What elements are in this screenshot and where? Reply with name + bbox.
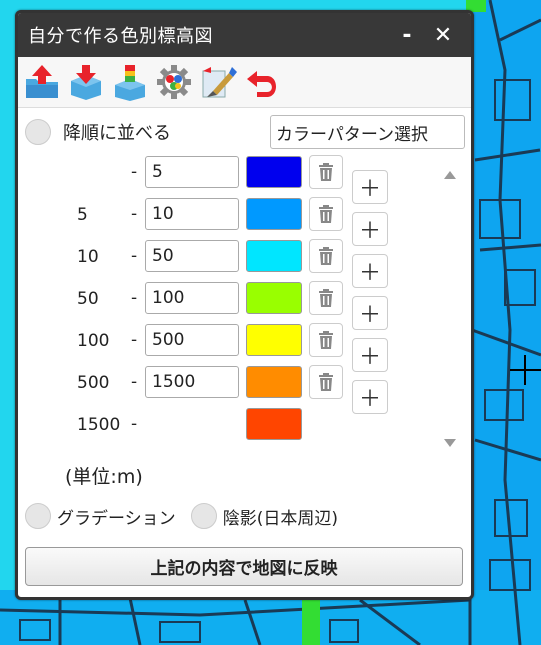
range-dash: - <box>131 288 138 308</box>
edit-style-button[interactable] <box>198 62 238 102</box>
range-dash: - <box>131 204 138 224</box>
dialog-titlebar[interactable]: 自分で作る色別標高図 - ✕ <box>18 13 471 57</box>
lower-bound-label: 100 <box>77 331 110 351</box>
delete-row-button[interactable] <box>309 155 343 189</box>
lower-bound-label: 10 <box>77 247 99 267</box>
unit-label: (単位:m) <box>65 466 143 488</box>
color-swatch[interactable] <box>246 282 302 314</box>
sort-row: 降順に並べる カラーパターン選択 <box>25 115 465 149</box>
color-swatch[interactable] <box>246 408 302 440</box>
lower-bound-label: 1500 <box>77 415 121 435</box>
range-dash: - <box>131 162 138 182</box>
settings-button[interactable] <box>154 62 194 102</box>
gradation-radio[interactable] <box>25 503 51 529</box>
layer-add-icon <box>115 65 145 101</box>
upper-bound-input[interactable] <box>145 198 239 230</box>
delete-row-button[interactable] <box>309 197 343 231</box>
undo-button[interactable] <box>242 62 282 102</box>
color-swatch[interactable] <box>246 366 302 398</box>
insert-row-button[interactable]: ＋ <box>352 254 388 288</box>
edit-brush-icon <box>202 67 237 98</box>
color-swatch[interactable] <box>246 240 302 272</box>
vertical-scrollbar[interactable] <box>440 165 460 455</box>
color-rows: - 5 - 10 - 50 - <box>18 155 428 446</box>
color-pattern-button[interactable]: カラーパターン選択 <box>270 115 465 149</box>
lower-bound-label: 5 <box>77 205 88 225</box>
elevation-color-dialog: 自分で作る色別標高図 - ✕ 降順に並べる カラーパターン選択 - 5 5 - … <box>15 10 474 600</box>
undo-icon <box>247 71 276 97</box>
shade-label: 陰影(日本周辺) <box>222 508 339 529</box>
delete-row-button[interactable] <box>309 239 343 273</box>
trash-icon <box>319 331 333 349</box>
gradation-label: グラデーション <box>57 508 176 529</box>
minimize-button[interactable]: - <box>389 23 425 48</box>
color-swatch[interactable] <box>246 198 302 230</box>
upper-bound-input[interactable] <box>145 366 239 398</box>
close-button[interactable]: ✕ <box>425 23 461 48</box>
sort-descending-label: 降順に並べる <box>63 123 171 144</box>
upload-icon <box>26 65 58 98</box>
insert-row-button[interactable]: ＋ <box>352 212 388 246</box>
upper-bound-input[interactable] <box>145 282 239 314</box>
lower-bound-label: 500 <box>77 373 110 393</box>
add-layer-button[interactable] <box>110 62 150 102</box>
insert-row-button[interactable]: ＋ <box>352 296 388 330</box>
apply-to-map-button[interactable]: 上記の内容で地図に反映 <box>25 547 463 586</box>
range-dash: - <box>131 414 138 434</box>
upper-bound-input[interactable] <box>145 240 239 272</box>
upload-button[interactable] <box>22 62 62 102</box>
range-dash: - <box>131 246 138 266</box>
trash-icon <box>319 205 333 223</box>
insert-row-button[interactable]: ＋ <box>352 170 388 204</box>
dialog-title: 自分で作る色別標高図 <box>28 26 213 47</box>
delete-row-button[interactable] <box>309 281 343 315</box>
color-swatch[interactable] <box>246 324 302 356</box>
options-row: グラデーション 陰影(日本周辺) <box>25 503 455 531</box>
trash-icon <box>319 163 333 181</box>
delete-row-button[interactable] <box>309 323 343 357</box>
settings-icon <box>157 65 191 99</box>
sort-descending-radio[interactable] <box>25 119 51 145</box>
range-dash: - <box>131 330 138 350</box>
color-swatch[interactable] <box>246 156 302 188</box>
insert-row-button[interactable]: ＋ <box>352 338 388 372</box>
download-icon <box>71 65 101 100</box>
trash-icon <box>319 373 333 391</box>
download-button[interactable] <box>66 62 106 102</box>
toolbar <box>18 57 471 108</box>
delete-row-button[interactable] <box>309 365 343 399</box>
range-dash: - <box>131 372 138 392</box>
shade-radio[interactable] <box>190 503 217 529</box>
trash-icon <box>319 247 333 265</box>
upper-bound-input[interactable] <box>145 156 239 188</box>
trash-icon <box>319 289 333 307</box>
insert-row-button[interactable]: ＋ <box>352 380 388 414</box>
lower-bound-label: 50 <box>77 289 99 309</box>
upper-bound-input[interactable] <box>145 324 239 356</box>
scroll-up-icon[interactable] <box>444 171 456 179</box>
scroll-down-icon[interactable] <box>444 439 456 447</box>
